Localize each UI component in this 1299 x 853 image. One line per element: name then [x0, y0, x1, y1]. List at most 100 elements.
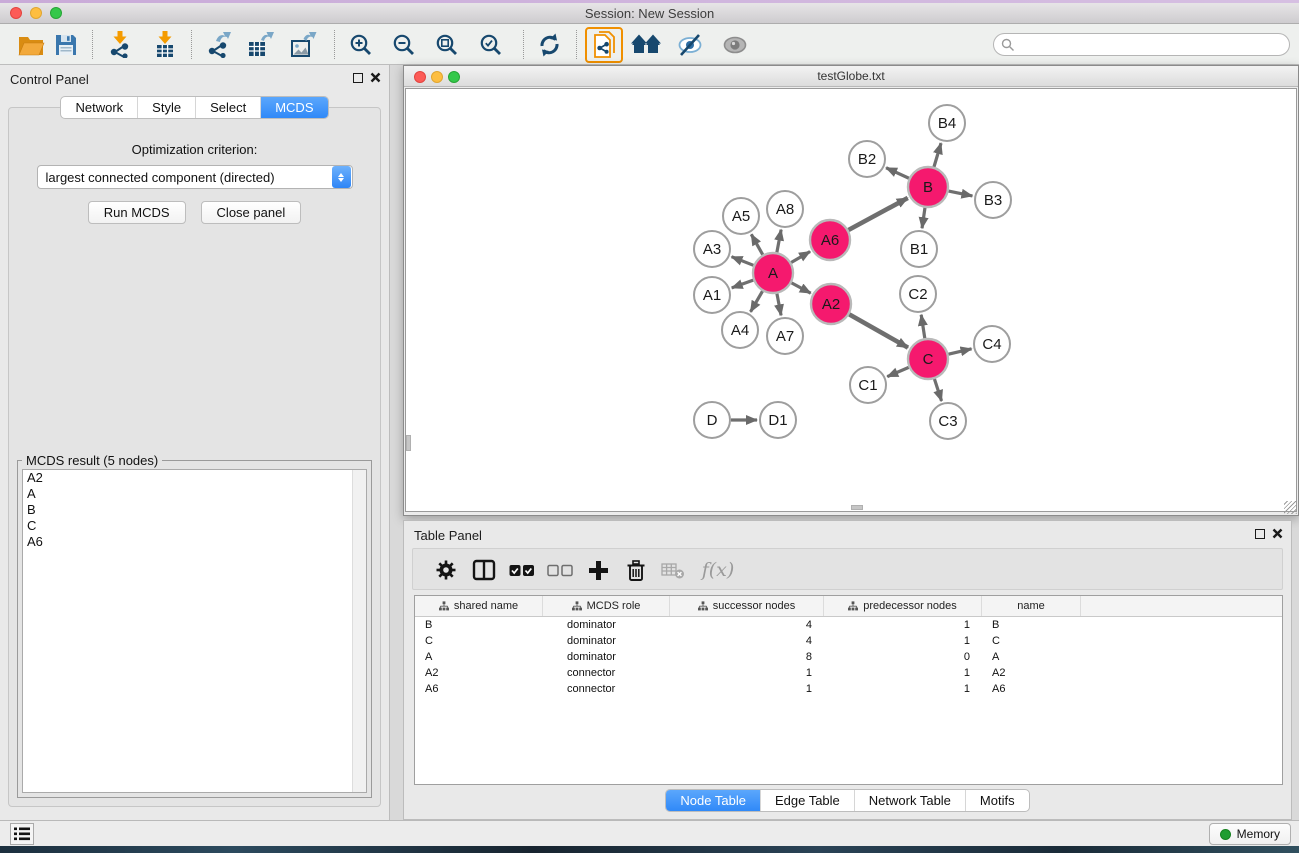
close-window-button[interactable] — [10, 7, 22, 19]
export-image-button[interactable] — [284, 26, 322, 63]
tab-style[interactable]: Style — [137, 97, 195, 118]
export-network-button[interactable] — [199, 26, 237, 63]
table-row[interactable]: Adominator80A — [415, 649, 1282, 665]
tab-select[interactable]: Select — [195, 97, 260, 118]
minimize-window-button[interactable] — [30, 7, 42, 19]
table-cell[interactable]: A6 — [415, 683, 543, 695]
delete-table-button[interactable] — [658, 556, 688, 584]
node-C4[interactable]: C4 — [974, 326, 1010, 362]
edge-A2-C[interactable] — [849, 314, 908, 347]
function-builder-button[interactable]: f(x) — [696, 556, 740, 584]
node-D[interactable]: D — [694, 402, 730, 438]
table-cell[interactable]: A6 — [982, 683, 1081, 695]
network-graph[interactable]: B4B2BB3A5A8A6B1A3AC2A1A2A4A7CC4C1C3DD1 — [406, 89, 1298, 511]
table-cell[interactable]: C — [982, 635, 1081, 647]
search-input[interactable] — [1015, 34, 1289, 55]
table-cell[interactable]: A2 — [982, 667, 1081, 679]
edge-B-B3[interactable] — [949, 191, 973, 196]
optimization-criterion-dropdown[interactable]: largest connected component (directed) — [37, 165, 353, 189]
table-cell[interactable]: 4 — [670, 635, 824, 647]
table-cell[interactable]: 1 — [670, 667, 824, 679]
table-cell[interactable]: connector — [543, 683, 670, 695]
node-A7[interactable]: A7 — [767, 318, 803, 354]
edge-A6-B[interactable] — [848, 198, 907, 230]
add-column-button[interactable] — [583, 556, 613, 584]
network-list-button[interactable] — [10, 823, 34, 845]
resize-grip[interactable] — [1284, 501, 1297, 514]
table-cell[interactable]: dominator — [543, 635, 670, 647]
node-A[interactable]: A — [753, 253, 793, 293]
edge-C-C3[interactable] — [934, 379, 941, 401]
table-row[interactable]: A6connector11A6 — [415, 681, 1282, 697]
show-panels-button[interactable] — [716, 26, 754, 63]
node-A2[interactable]: A2 — [811, 284, 851, 324]
node-B1[interactable]: B1 — [901, 231, 937, 267]
node-table[interactable]: shared nameMCDS rolesuccessor nodesprede… — [414, 595, 1283, 785]
column-header-successor-nodes[interactable]: successor nodes — [670, 596, 824, 616]
network-close-button[interactable] — [414, 71, 426, 83]
table-cell[interactable]: 4 — [670, 619, 824, 631]
table-cell[interactable]: B — [415, 619, 543, 631]
table-cell[interactable]: B — [982, 619, 1081, 631]
hide-panels-button[interactable] — [671, 26, 709, 63]
column-header-MCDS-role[interactable]: MCDS role — [543, 596, 670, 616]
node-C3[interactable]: C3 — [930, 403, 966, 439]
result-item[interactable]: A6 — [23, 534, 366, 550]
table-row[interactable]: Bdominator41B — [415, 617, 1282, 633]
table-cell[interactable]: 0 — [824, 651, 982, 663]
select-all-button[interactable] — [507, 556, 537, 584]
close-table-panel-icon[interactable] — [1272, 528, 1283, 539]
node-C1[interactable]: C1 — [850, 367, 886, 403]
result-item[interactable]: A — [23, 486, 366, 502]
edge-A-A3[interactable] — [732, 257, 754, 266]
node-D1[interactable]: D1 — [760, 402, 796, 438]
edge-C-C4[interactable] — [948, 349, 971, 354]
table-cell[interactable]: dominator — [543, 651, 670, 663]
edge-A-A4[interactable] — [751, 291, 763, 312]
close-panel-icon[interactable] — [370, 72, 381, 83]
memory-button[interactable]: Memory — [1209, 823, 1291, 845]
zoom-fit-button[interactable] — [428, 26, 466, 63]
edge-A-A2[interactable] — [792, 283, 811, 293]
refresh-layout-button[interactable] — [530, 26, 568, 63]
deselect-all-button[interactable] — [545, 556, 575, 584]
node-A3[interactable]: A3 — [694, 231, 730, 267]
edge-B-B4[interactable] — [934, 143, 941, 167]
float-table-panel-icon[interactable] — [1255, 529, 1265, 539]
home-view-button[interactable] — [627, 26, 665, 63]
table-cell[interactable]: 1 — [824, 635, 982, 647]
save-session-button[interactable] — [47, 26, 85, 63]
table-cell[interactable]: A2 — [415, 667, 543, 679]
edge-C-C1[interactable] — [887, 367, 908, 376]
node-A4[interactable]: A4 — [722, 312, 758, 348]
column-header-name[interactable]: name — [982, 596, 1081, 616]
zoom-in-button[interactable] — [342, 26, 380, 63]
canvas-horizontal-scrollbar[interactable] — [851, 505, 863, 510]
node-A5[interactable]: A5 — [723, 198, 759, 234]
result-item[interactable]: B — [23, 502, 366, 518]
import-table-button[interactable] — [146, 26, 184, 63]
network-zoom-button[interactable] — [448, 71, 460, 83]
node-B3[interactable]: B3 — [975, 182, 1011, 218]
close-panel-button[interactable]: Close panel — [201, 201, 302, 224]
column-header-predecessor-nodes[interactable]: predecessor nodes — [824, 596, 982, 616]
result-item[interactable]: A2 — [23, 470, 366, 486]
tab-network-table[interactable]: Network Table — [854, 790, 965, 811]
node-B2[interactable]: B2 — [849, 141, 885, 177]
edge-A-A1[interactable] — [732, 280, 753, 288]
network-minimize-button[interactable] — [431, 71, 443, 83]
edge-A-A8[interactable] — [777, 230, 781, 253]
network-window-titlebar[interactable]: testGlobe.txt — [404, 66, 1298, 87]
table-cell[interactable]: 1 — [670, 683, 824, 695]
node-A6[interactable]: A6 — [810, 220, 850, 260]
mcds-result-list[interactable]: A2ABCA6 — [22, 469, 367, 793]
edge-B-B1[interactable] — [922, 208, 925, 228]
tab-motifs[interactable]: Motifs — [965, 790, 1029, 811]
node-B[interactable]: B — [908, 167, 948, 207]
export-table-button[interactable] — [241, 26, 279, 63]
result-scrollbar[interactable] — [352, 470, 366, 792]
table-settings-button[interactable] — [431, 556, 461, 584]
table-row[interactable]: A2connector11A2 — [415, 665, 1282, 681]
split-columns-button[interactable] — [469, 556, 499, 584]
tab-node-table[interactable]: Node Table — [666, 790, 760, 811]
